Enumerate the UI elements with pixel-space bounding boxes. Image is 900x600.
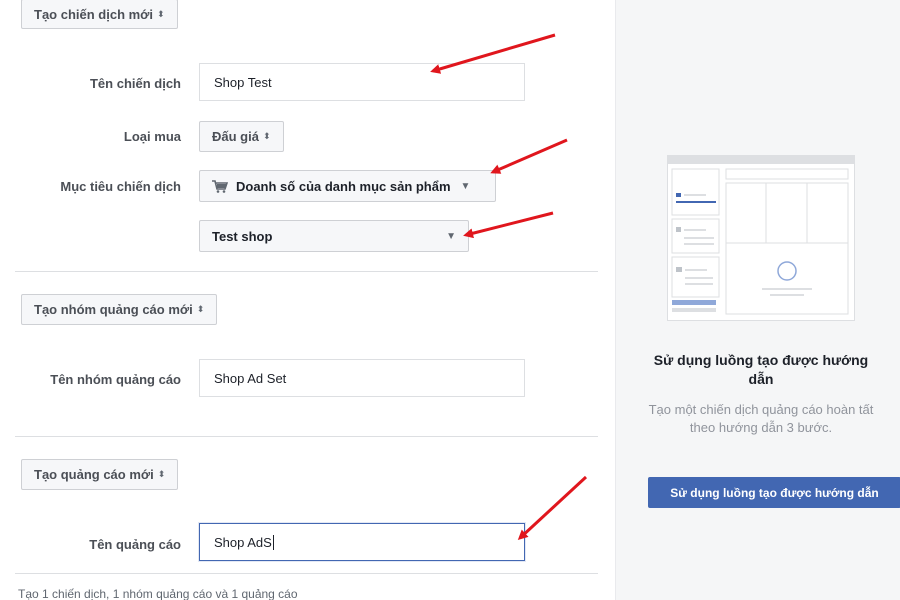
adset-mode-label: Tạo nhóm quảng cáo mới [34,302,193,317]
triangle-down-icon: ▼ [460,180,471,192]
divider [15,573,598,574]
buy-type-dropdown[interactable]: Đấu giá ⬍ [199,121,284,152]
text-caret [272,534,274,550]
adset-name-label: Tên nhóm quảng cáo [50,372,181,387]
updown-arrows-icon: ⬍ [262,131,271,141]
ad-mode-label: Tạo quảng cáo mới [34,467,154,482]
updown-arrows-icon: ⬍ [196,304,205,314]
buy-type-value: Đấu giá [212,129,259,144]
updown-arrows-icon: ⬍ [157,8,165,19]
guided-creation-panel: Sử dụng luồng tạo được hướng dẫn Tạo một… [615,0,900,600]
adset-name-input[interactable]: Shop Ad Set [199,359,525,397]
ad-name-value: Shop AdS [214,534,272,550]
campaign-mode-label: Tạo chiến dịch mới [34,6,154,22]
adset-name-value: Shop Ad Set [214,370,287,386]
divider [15,271,598,272]
buy-type-label: Loại mua [123,129,181,144]
objective-label: Mục tiêu chiến dịch [60,179,181,194]
guided-flow-title: Sử dụng luồng tạo được hướng dẫn [653,352,869,387]
catalog-value: Test shop [212,228,273,244]
ad-name-label: Tên quảng cáo [89,537,181,552]
campaign-name-label: Tên chiến dịch [89,76,181,91]
objective-select[interactable]: Doanh số của danh mục sản phẩm ▼ [199,170,496,202]
shopping-cart-icon [212,179,228,193]
use-guided-flow-button[interactable]: Sử dụng luồng tạo được hướng dẫn [648,477,900,508]
campaign-name-value: Shop Test [214,74,272,90]
campaign-mode-dropdown[interactable]: Tạo chiến dịch mới ⬍ [21,0,178,29]
catalog-select[interactable]: Test shop ▼ [199,220,469,252]
page: Tạo chiến dịch mới ⬍ Tên chiến dịch Shop… [0,0,900,600]
guided-flow-illustration [667,155,855,321]
updown-arrows-icon: ⬍ [157,469,166,479]
adset-mode-dropdown[interactable]: Tạo nhóm quảng cáo mới ⬍ [21,294,218,325]
ad-mode-dropdown[interactable]: Tạo quảng cáo mới ⬍ [21,459,179,490]
guided-flow-description: Tạo một chiến dịch quảng cáo hoàn tất th… [648,402,874,435]
objective-value: Doanh số của danh mục sản phẩm [236,178,451,194]
quick-creation-form: Tạo chiến dịch mới ⬍ Tên chiến dịch Shop… [0,0,615,600]
divider [15,436,598,437]
triangle-down-icon: ▼ [446,230,456,242]
creation-summary: Tạo 1 chiến dịch, 1 nhóm quảng cáo và 1 … [18,587,298,600]
ad-name-input[interactable]: Shop AdS [199,523,525,561]
campaign-name-input[interactable]: Shop Test [199,63,525,101]
